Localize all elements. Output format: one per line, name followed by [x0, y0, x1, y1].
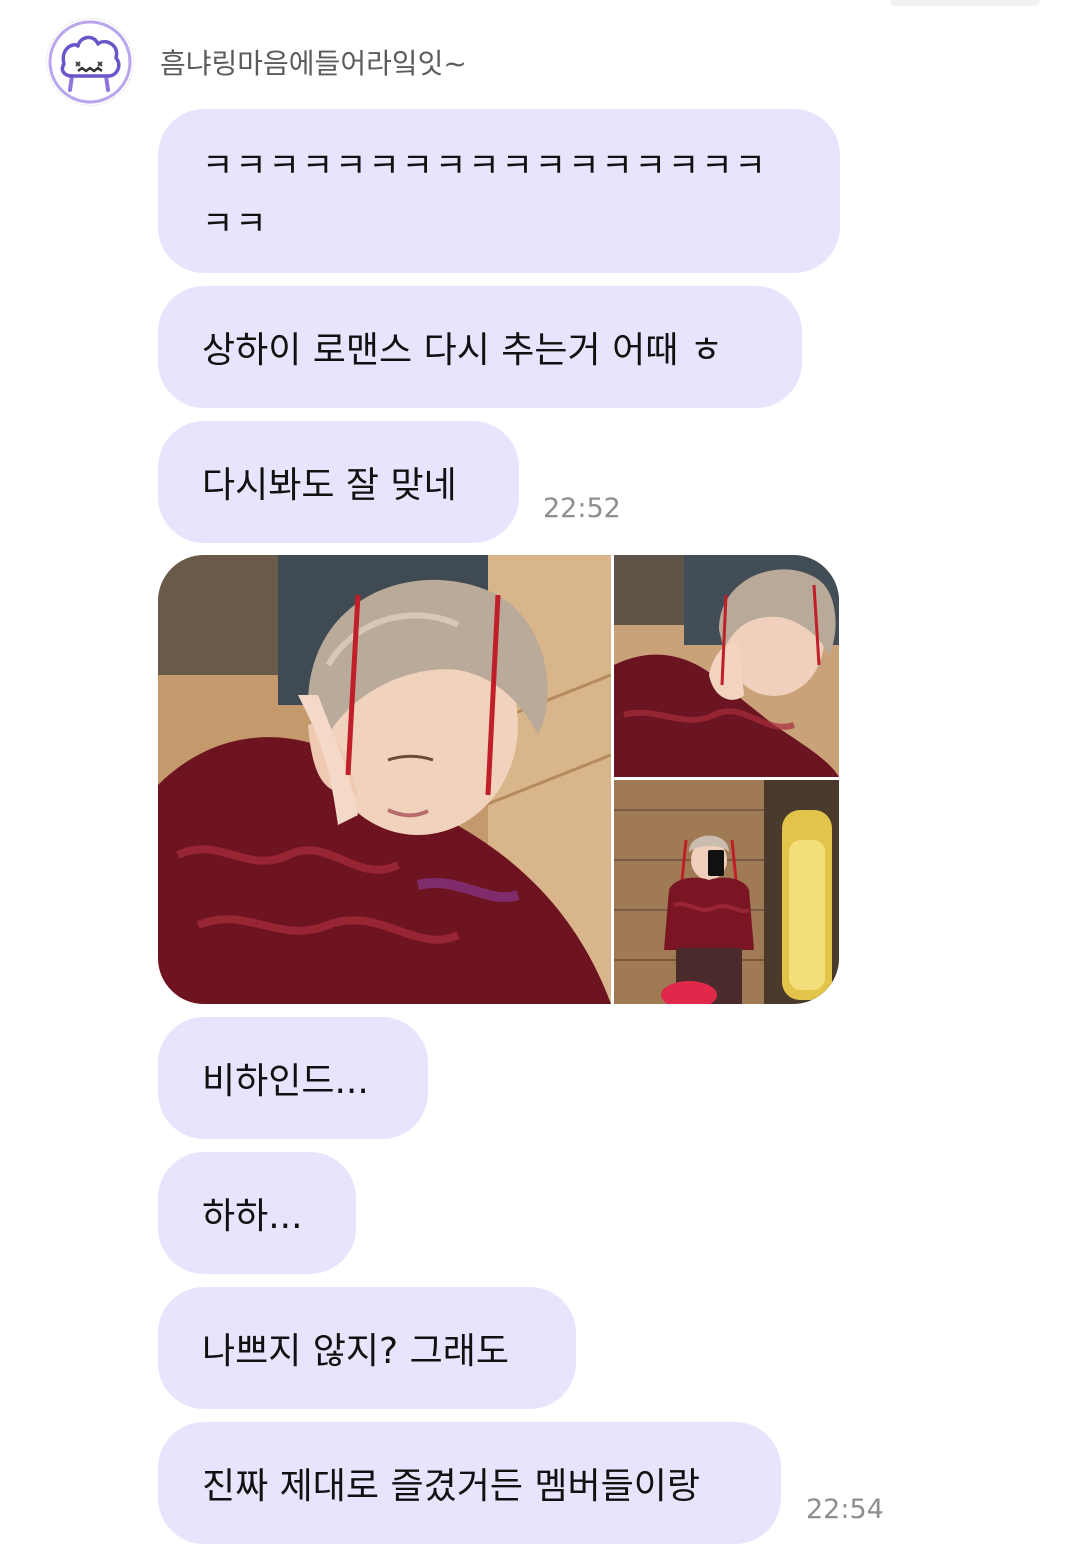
- photo-grid[interactable]: [158, 555, 839, 1004]
- bread-face-icon: [48, 20, 132, 104]
- message-timestamp: 22:54: [806, 1494, 884, 1525]
- message-bubble[interactable]: 나쁘지 않지? 그래도: [158, 1287, 576, 1409]
- selfie-photo: [614, 555, 839, 777]
- message-bubble[interactable]: 비하인드...: [158, 1017, 428, 1139]
- photo-bottom-right[interactable]: [614, 780, 839, 1004]
- message-text: ㅋㅋ: [202, 204, 269, 244]
- sender-name[interactable]: 흠냐링마음에들어라잌잇~: [160, 42, 467, 82]
- message-bubble[interactable]: 진짜 제대로 즐겼거든 멤버들이랑: [158, 1422, 781, 1544]
- message-text: 진짜 제대로 즐겼거든 멤버들이랑: [202, 1466, 701, 1507]
- message-text: 상하이 로맨스 다시 추는거 어때 ㅎ: [202, 330, 723, 371]
- message-bubble[interactable]: 상하이 로맨스 다시 추는거 어때 ㅎ: [158, 286, 802, 408]
- sender-avatar[interactable]: [46, 18, 134, 106]
- message-bubble[interactable]: 하하...: [158, 1152, 356, 1274]
- photo-top-right[interactable]: [614, 555, 839, 777]
- top-handle: [890, 0, 1040, 6]
- message-text: 다시봐도 잘 맞네: [202, 465, 457, 506]
- message-bubble[interactable]: ㅋㅋㅋㅋㅋㅋㅋㅋㅋㅋㅋㅋㅋㅋㅋㅋㅋ ㅋㅋ: [158, 109, 840, 273]
- message-text: ㅋㅋㅋㅋㅋㅋㅋㅋㅋㅋㅋㅋㅋㅋㅋㅋㅋ: [202, 146, 768, 186]
- mirror-selfie-photo: [614, 780, 839, 1004]
- selfie-photo: [158, 555, 611, 1004]
- message-text: 비하인드...: [202, 1061, 369, 1102]
- message-timestamp: 22:52: [543, 493, 621, 524]
- chat-screen: 흠냐링마음에들어라잌잇~ ㅋㅋㅋㅋㅋㅋㅋㅋㅋㅋㅋㅋㅋㅋㅋㅋㅋ ㅋㅋ 상하이 로맨…: [0, 0, 1080, 1557]
- message-text: 나쁘지 않지? 그래도: [202, 1331, 509, 1372]
- message-text: 하하...: [202, 1196, 303, 1237]
- message-bubble[interactable]: 다시봐도 잘 맞네: [158, 421, 519, 543]
- photo-large[interactable]: [158, 555, 611, 1004]
